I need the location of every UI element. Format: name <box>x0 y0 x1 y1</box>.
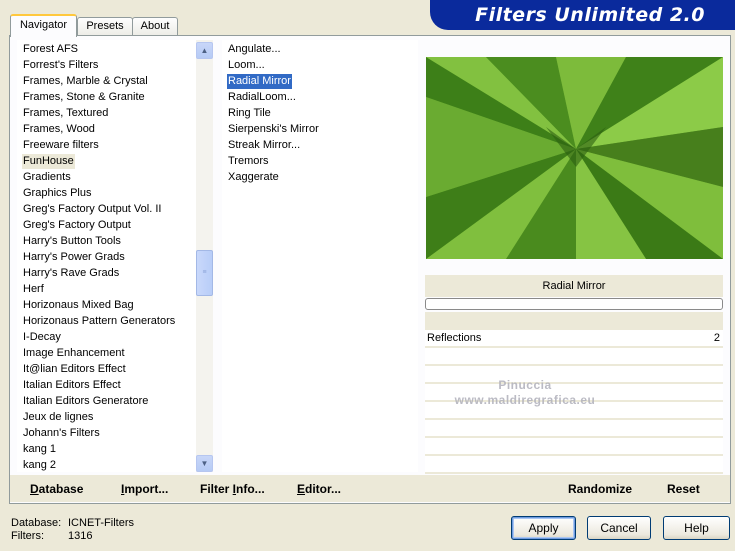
parameter-row-reflections[interactable]: Reflections 2 <box>425 330 723 347</box>
button-label: Filter <box>200 482 233 496</box>
scroll-down-button[interactable]: ▼ <box>196 455 213 472</box>
tab-navigator[interactable]: Navigator <box>10 14 77 37</box>
action-bar: Database Import... Filter Info... Editor… <box>10 475 730 502</box>
filter-item[interactable]: Angulate... <box>227 42 282 57</box>
parameter-row-empty <box>425 438 723 455</box>
reset-button[interactable]: Reset <box>667 482 700 496</box>
accel-key: D <box>30 482 39 496</box>
scroll-up-button[interactable]: ▲ <box>196 42 213 59</box>
button-label: ditor... <box>305 482 342 496</box>
banner-title: Filters Unlimited 2.0 <box>475 4 705 26</box>
watermark-line1: Pinuccia <box>498 378 552 392</box>
status-filters-label: Filters: <box>11 530 44 542</box>
parameter-row-empty <box>425 348 723 365</box>
category-item[interactable]: Graphics Plus <box>22 186 92 201</box>
category-item[interactable]: Frames, Stone & Granite <box>22 90 146 105</box>
category-item[interactable]: Gradients <box>22 170 72 185</box>
title-banner: Filters Unlimited 2.0 <box>430 0 735 30</box>
category-item[interactable]: Greg's Factory Output Vol. II <box>22 202 162 217</box>
category-item[interactable]: Frames, Wood <box>22 122 96 137</box>
category-list[interactable]: Forest AFS Forrest's Filters Frames, Marbl… <box>17 40 212 472</box>
status-filters-value: 1316 <box>68 530 93 542</box>
category-item[interactable]: Frames, Marble & Crystal <box>22 74 149 89</box>
category-item[interactable]: Forest AFS <box>22 42 79 57</box>
category-item[interactable]: Italian Editors Generatore <box>22 394 149 409</box>
status-database-value: ICNET-Filters <box>68 517 134 529</box>
category-item[interactable]: Herf <box>22 282 45 297</box>
parameter-row-empty <box>425 456 723 473</box>
button-label: nfo... <box>236 482 265 496</box>
category-item[interactable]: I-Decay <box>22 330 62 345</box>
button-label: mport... <box>124 482 169 496</box>
category-item[interactable]: Jeux de lignes <box>22 410 94 425</box>
cancel-button[interactable]: Cancel <box>587 516 651 540</box>
filter-item[interactable]: Xaggerate <box>227 170 280 185</box>
category-item[interactable]: Forrest's Filters <box>22 58 99 73</box>
status-database-label: Database: <box>11 517 62 529</box>
category-item[interactable]: Horizonaus Pattern Generators <box>22 314 176 329</box>
parameter-label: Reflections <box>427 332 482 344</box>
tab-about[interactable]: About <box>132 17 178 36</box>
filter-info-button[interactable]: Filter Info... <box>200 482 265 496</box>
filter-item[interactable]: Radial Mirror <box>227 74 292 89</box>
watermark: Pinuccia www.maldiregrafica.eu <box>425 378 625 408</box>
editor-button[interactable]: Editor... <box>297 482 341 496</box>
filter-item[interactable]: Sierpenski's Mirror <box>227 122 320 137</box>
filter-item[interactable]: Tremors <box>227 154 270 169</box>
category-item[interactable]: kang 1 <box>22 442 57 457</box>
category-item[interactable]: Greg's Factory Output <box>22 218 132 233</box>
database-button[interactable]: Database <box>30 482 83 496</box>
status-area: Database: ICNET-Filters Filters: 1316 <box>11 517 134 543</box>
accel-key: E <box>297 482 306 496</box>
preview-image <box>426 57 723 259</box>
filter-item[interactable]: RadialLoom... <box>227 90 297 105</box>
category-item[interactable]: Image Enhancement <box>22 346 126 361</box>
preview-filter-name: Radial Mirror <box>425 275 723 297</box>
progress-bar <box>425 298 723 310</box>
category-item[interactable]: It@lian Editors Effect <box>22 362 127 377</box>
scroll-thumb[interactable]: ≡ <box>196 250 213 296</box>
tab-presets[interactable]: Presets <box>77 17 133 36</box>
filter-item[interactable]: Streak Mirror... <box>227 138 301 153</box>
parameter-value: 2 <box>713 332 720 344</box>
category-item[interactable]: Johann's Filters <box>22 426 101 441</box>
category-item[interactable]: Freeware filters <box>22 138 100 153</box>
category-item[interactable]: Italian Editors Effect <box>22 378 122 393</box>
category-item[interactable]: Harry's Button Tools <box>22 234 122 249</box>
randomize-button[interactable]: Randomize <box>568 482 632 496</box>
button-label: atabase <box>38 482 84 496</box>
apply-button[interactable]: Apply <box>511 516 576 540</box>
help-button[interactable]: Help <box>663 516 730 540</box>
parameter-row-empty <box>425 420 723 437</box>
import-button[interactable]: Import... <box>121 482 168 496</box>
category-item[interactable]: Harry's Power Grads <box>22 250 126 265</box>
category-item[interactable]: Horizonaus Mixed Bag <box>22 298 135 313</box>
watermark-line2: www.maldiregrafica.eu <box>454 393 596 407</box>
category-scrollbar[interactable]: ▲ ≡ ▼ <box>196 40 213 472</box>
filter-item[interactable]: Ring Tile <box>227 106 272 121</box>
category-item[interactable]: FunHouse <box>22 154 75 169</box>
category-item[interactable]: kang 2 <box>22 458 57 472</box>
category-item[interactable]: Harry's Rave Grads <box>22 266 120 281</box>
filter-item[interactable]: Loom... <box>227 58 266 73</box>
filter-list[interactable]: Angulate... Loom... Radial Mirror RadialLoo… <box>222 40 418 472</box>
category-item[interactable]: Frames, Textured <box>22 106 109 121</box>
